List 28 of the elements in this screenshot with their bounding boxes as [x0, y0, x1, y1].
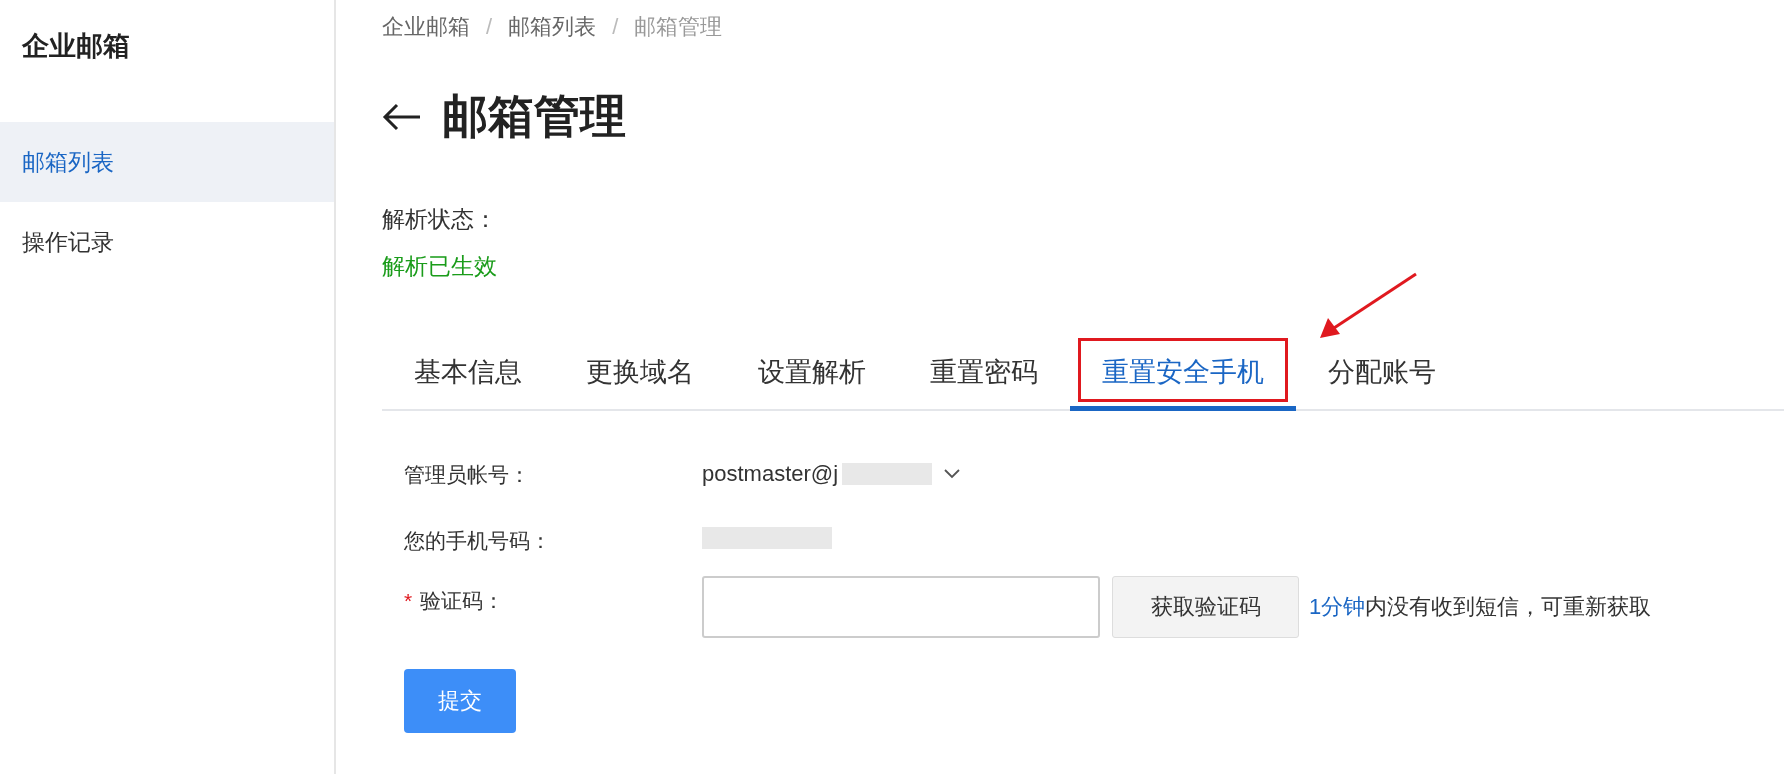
status-label: 解析状态：: [382, 205, 498, 234]
tab[interactable]: 分配账号: [1296, 332, 1468, 411]
resend-hint: 1分钟内没有收到短信，可重新获取: [1309, 593, 1652, 621]
chevron-down-icon[interactable]: [944, 469, 961, 479]
field-label: 管理员帐号：: [404, 462, 531, 488]
app-title: 企业邮箱: [21, 30, 131, 63]
tab[interactable]: 重置安全手机: [1070, 332, 1296, 411]
input-field[interactable]: [702, 576, 1100, 638]
breadcrumb-link[interactable]: 企业邮箱: [382, 12, 470, 42]
tab[interactable]: 更换域名: [554, 332, 726, 411]
tab[interactable]: 重置密码: [898, 332, 1070, 411]
breadcrumb-current: 邮箱管理: [634, 13, 723, 41]
required-mark: *: [404, 589, 413, 613]
breadcrumb-separator: /: [486, 14, 493, 40]
tab[interactable]: 设置解析: [726, 332, 898, 411]
breadcrumb-separator: /: [612, 14, 619, 40]
sidebar-item[interactable]: 操作记录: [0, 202, 334, 282]
get-code-button[interactable]: 获取验证码: [1112, 576, 1299, 638]
account-value[interactable]: postmaster@j: [702, 461, 839, 487]
breadcrumb-link[interactable]: 邮箱列表: [508, 12, 597, 42]
field-label: 您的手机号码：: [404, 528, 552, 554]
field-label: 验证码：: [420, 588, 505, 614]
back-arrow-icon[interactable]: [382, 102, 422, 132]
status-value: 解析已生效: [382, 252, 498, 281]
tab[interactable]: 基本信息: [382, 332, 554, 411]
countdown-link[interactable]: 1分钟: [1309, 594, 1366, 619]
page-title: 邮箱管理: [442, 89, 626, 144]
sidebar-item[interactable]: 邮箱列表: [0, 122, 334, 202]
